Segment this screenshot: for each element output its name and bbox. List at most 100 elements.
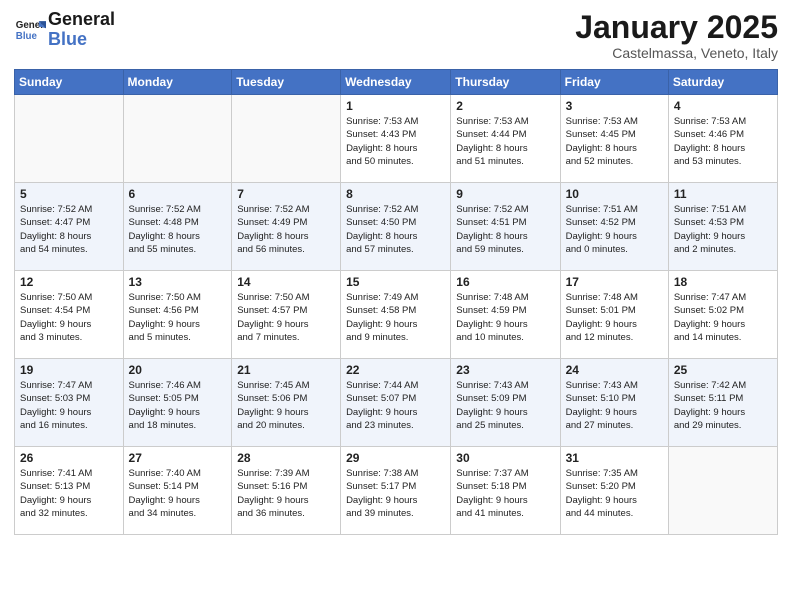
- day-info: Sunrise: 7:50 AMSunset: 4:54 PMDaylight:…: [20, 291, 118, 344]
- calendar-cell: 22 Sunrise: 7:44 AMSunset: 5:07 PMDayligh…: [341, 359, 451, 447]
- calendar-cell: 14 Sunrise: 7:50 AMSunset: 4:57 PMDayligh…: [232, 271, 341, 359]
- calendar-header-tuesday: Tuesday: [232, 70, 341, 95]
- day-number: 8: [346, 187, 445, 201]
- day-info: Sunrise: 7:44 AMSunset: 5:07 PMDaylight:…: [346, 379, 445, 432]
- day-info: Sunrise: 7:52 AMSunset: 4:51 PMDaylight:…: [456, 203, 554, 256]
- day-info: Sunrise: 7:47 AMSunset: 5:02 PMDaylight:…: [674, 291, 772, 344]
- day-info: Sunrise: 7:50 AMSunset: 4:57 PMDaylight:…: [237, 291, 335, 344]
- day-number: 3: [566, 99, 663, 113]
- calendar-cell: 30 Sunrise: 7:37 AMSunset: 5:18 PMDayligh…: [451, 447, 560, 535]
- day-number: 5: [20, 187, 118, 201]
- calendar-week-3: 12Sunrise: 7:50 AMSunset: 4:54 PMDayligh…: [15, 271, 778, 359]
- day-number: 27: [129, 451, 227, 465]
- day-info: Sunrise: 7:51 AMSunset: 4:53 PMDaylight:…: [674, 203, 772, 256]
- day-number: 19: [20, 363, 118, 377]
- day-info: Sunrise: 7:38 AMSunset: 5:17 PMDaylight:…: [346, 467, 445, 520]
- calendar-week-4: 19 Sunrise: 7:47 AMSunset: 5:03 PMDayligh…: [15, 359, 778, 447]
- calendar-header-wednesday: Wednesday: [341, 70, 451, 95]
- svg-text:Blue: Blue: [16, 31, 38, 42]
- calendar-header-saturday: Saturday: [668, 70, 777, 95]
- calendar-cell: 18 Sunrise: 7:47 AMSunset: 5:02 PMDayligh…: [668, 271, 777, 359]
- calendar-cell: 23 Sunrise: 7:43 AMSunset: 5:09 PMDayligh…: [451, 359, 560, 447]
- calendar-cell: 1Sunrise: 7:53 AMSunset: 4:43 PMDaylight…: [341, 95, 451, 183]
- calendar-cell: 24 Sunrise: 7:43 AMSunset: 5:10 PMDayligh…: [560, 359, 668, 447]
- day-number: 31: [566, 451, 663, 465]
- calendar-cell: 31 Sunrise: 7:35 AMSunset: 5:20 PMDayligh…: [560, 447, 668, 535]
- day-number: 9: [456, 187, 554, 201]
- day-number: 30: [456, 451, 554, 465]
- calendar-cell: 25Sunrise: 7:42 AMSunset: 5:11 PMDayligh…: [668, 359, 777, 447]
- calendar-cell: 2Sunrise: 7:53 AMSunset: 4:44 PMDaylight…: [451, 95, 560, 183]
- day-info: Sunrise: 7:42 AMSunset: 5:11 PMDaylight:…: [674, 379, 772, 432]
- calendar-header-monday: Monday: [123, 70, 232, 95]
- day-number: 24: [566, 363, 663, 377]
- calendar-cell: 7Sunrise: 7:52 AMSunset: 4:49 PMDaylight…: [232, 183, 341, 271]
- day-number: 10: [566, 187, 663, 201]
- calendar-cell: 20 Sunrise: 7:46 AMSunset: 5:05 PMDayligh…: [123, 359, 232, 447]
- calendar-week-1: 1Sunrise: 7:53 AMSunset: 4:43 PMDaylight…: [15, 95, 778, 183]
- day-number: 1: [346, 99, 445, 113]
- day-number: 20: [129, 363, 227, 377]
- calendar-cell: 10 Sunrise: 7:51 AMSunset: 4:52 PMDayligh…: [560, 183, 668, 271]
- day-info: Sunrise: 7:52 AMSunset: 4:50 PMDaylight:…: [346, 203, 445, 256]
- calendar-cell: [232, 95, 341, 183]
- day-info: Sunrise: 7:53 AMSunset: 4:46 PMDaylight:…: [674, 115, 772, 168]
- calendar-cell: 12Sunrise: 7:50 AMSunset: 4:54 PMDayligh…: [15, 271, 124, 359]
- calendar-cell: 11Sunrise: 7:51 AMSunset: 4:53 PMDayligh…: [668, 183, 777, 271]
- day-info: Sunrise: 7:45 AMSunset: 5:06 PMDaylight:…: [237, 379, 335, 432]
- day-number: 18: [674, 275, 772, 289]
- calendar-cell: 16 Sunrise: 7:48 AMSunset: 4:59 PMDayligh…: [451, 271, 560, 359]
- calendar-cell: 9 Sunrise: 7:52 AMSunset: 4:51 PMDaylight…: [451, 183, 560, 271]
- day-info: Sunrise: 7:51 AMSunset: 4:52 PMDaylight:…: [566, 203, 663, 256]
- calendar-cell: 26 Sunrise: 7:41 AMSunset: 5:13 PMDayligh…: [15, 447, 124, 535]
- logo-icon: General Blue: [14, 14, 46, 46]
- day-info: Sunrise: 7:53 AMSunset: 4:45 PMDaylight:…: [566, 115, 663, 168]
- calendar-cell: 15Sunrise: 7:49 AMSunset: 4:58 PMDayligh…: [341, 271, 451, 359]
- calendar-week-2: 5Sunrise: 7:52 AMSunset: 4:47 PMDaylight…: [15, 183, 778, 271]
- calendar-cell: 6 Sunrise: 7:52 AMSunset: 4:48 PMDaylight…: [123, 183, 232, 271]
- calendar-cell: 21 Sunrise: 7:45 AMSunset: 5:06 PMDayligh…: [232, 359, 341, 447]
- day-number: 21: [237, 363, 335, 377]
- day-number: 29: [346, 451, 445, 465]
- day-info: Sunrise: 7:48 AMSunset: 5:01 PMDaylight:…: [566, 291, 663, 344]
- calendar-cell: 17 Sunrise: 7:48 AMSunset: 5:01 PMDayligh…: [560, 271, 668, 359]
- day-number: 13: [129, 275, 227, 289]
- calendar-cell: 4 Sunrise: 7:53 AMSunset: 4:46 PMDaylight…: [668, 95, 777, 183]
- day-info: Sunrise: 7:41 AMSunset: 5:13 PMDaylight:…: [20, 467, 118, 520]
- day-info: Sunrise: 7:39 AMSunset: 5:16 PMDaylight:…: [237, 467, 335, 520]
- day-number: 26: [20, 451, 118, 465]
- day-info: Sunrise: 7:48 AMSunset: 4:59 PMDaylight:…: [456, 291, 554, 344]
- calendar-cell: 13 Sunrise: 7:50 AMSunset: 4:56 PMDayligh…: [123, 271, 232, 359]
- day-info: Sunrise: 7:46 AMSunset: 5:05 PMDaylight:…: [129, 379, 227, 432]
- calendar-header-friday: Friday: [560, 70, 668, 95]
- calendar: SundayMondayTuesdayWednesdayThursdayFrid…: [14, 69, 778, 535]
- day-info: Sunrise: 7:53 AMSunset: 4:44 PMDaylight:…: [456, 115, 554, 168]
- day-number: 23: [456, 363, 554, 377]
- day-info: Sunrise: 7:37 AMSunset: 5:18 PMDaylight:…: [456, 467, 554, 520]
- day-number: 17: [566, 275, 663, 289]
- day-info: Sunrise: 7:43 AMSunset: 5:09 PMDaylight:…: [456, 379, 554, 432]
- calendar-cell: [123, 95, 232, 183]
- day-info: Sunrise: 7:52 AMSunset: 4:48 PMDaylight:…: [129, 203, 227, 256]
- header-right: January 2025 Castelmassa, Veneto, Italy: [575, 10, 778, 61]
- calendar-cell: 5Sunrise: 7:52 AMSunset: 4:47 PMDaylight…: [15, 183, 124, 271]
- day-info: Sunrise: 7:52 AMSunset: 4:49 PMDaylight:…: [237, 203, 335, 256]
- day-info: Sunrise: 7:35 AMSunset: 5:20 PMDaylight:…: [566, 467, 663, 520]
- logo: General Blue General Blue: [14, 10, 115, 50]
- day-number: 14: [237, 275, 335, 289]
- day-info: Sunrise: 7:43 AMSunset: 5:10 PMDaylight:…: [566, 379, 663, 432]
- day-info: Sunrise: 7:50 AMSunset: 4:56 PMDaylight:…: [129, 291, 227, 344]
- header: General Blue General Blue January 2025 C…: [14, 10, 778, 61]
- calendar-week-5: 26 Sunrise: 7:41 AMSunset: 5:13 PMDayligh…: [15, 447, 778, 535]
- day-number: 22: [346, 363, 445, 377]
- calendar-cell: 3 Sunrise: 7:53 AMSunset: 4:45 PMDaylight…: [560, 95, 668, 183]
- day-number: 4: [674, 99, 772, 113]
- day-number: 6: [129, 187, 227, 201]
- day-info: Sunrise: 7:47 AMSunset: 5:03 PMDaylight:…: [20, 379, 118, 432]
- logo-text: General Blue: [48, 10, 115, 50]
- calendar-cell: 28 Sunrise: 7:39 AMSunset: 5:16 PMDayligh…: [232, 447, 341, 535]
- calendar-cell: [668, 447, 777, 535]
- day-number: 28: [237, 451, 335, 465]
- location: Castelmassa, Veneto, Italy: [575, 45, 778, 61]
- day-number: 16: [456, 275, 554, 289]
